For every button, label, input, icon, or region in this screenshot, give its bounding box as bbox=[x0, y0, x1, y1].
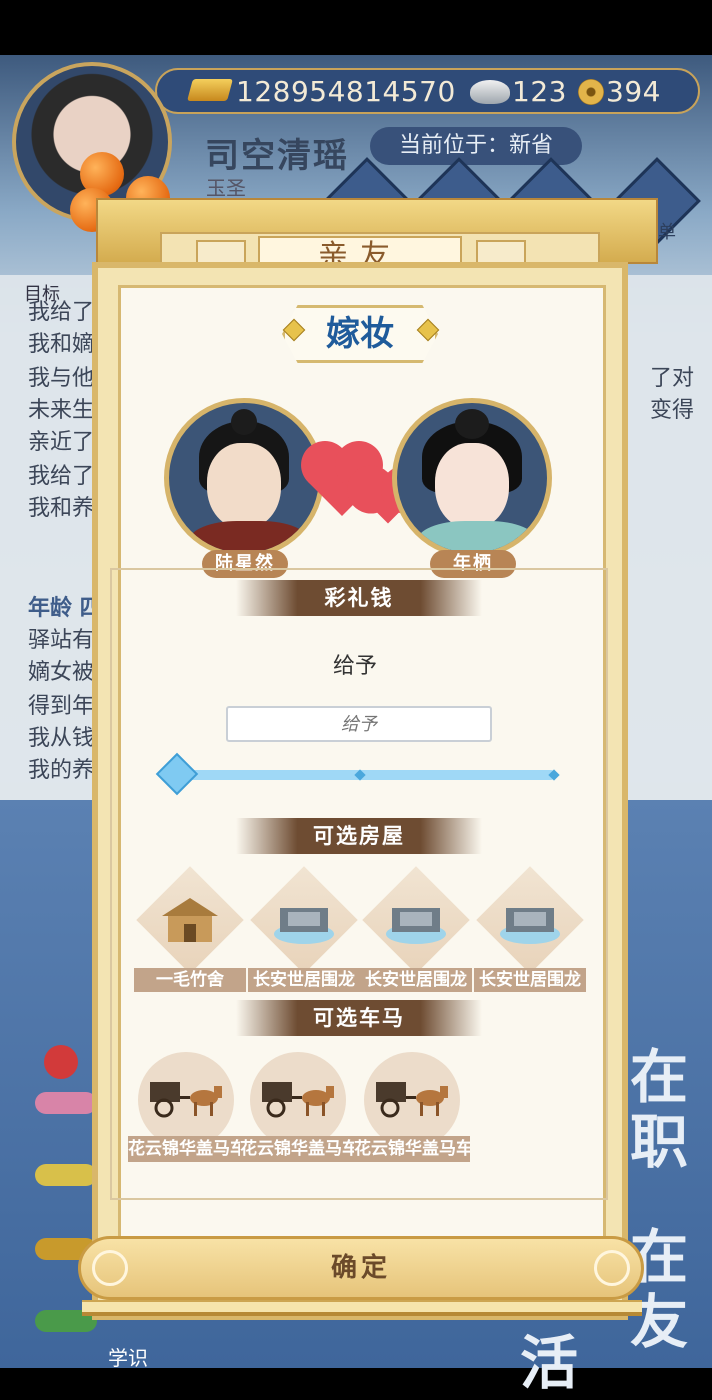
log-line: 驿站有 bbox=[28, 628, 95, 653]
player-title: 玉圣 bbox=[206, 176, 246, 200]
bamboo-hut-icon bbox=[162, 898, 218, 942]
carriage-label: 花云锦华盖马车 bbox=[354, 1136, 470, 1162]
coin-amount: 394 bbox=[606, 75, 661, 108]
house-label: 长安世居围龙 bbox=[474, 968, 586, 992]
swirl-ornament-icon bbox=[92, 1250, 128, 1286]
carriage-section-header: 可选车马 bbox=[236, 1000, 482, 1036]
flower-icon[interactable] bbox=[44, 1045, 78, 1079]
house-label: 长安世居围龙 bbox=[248, 968, 360, 992]
log-line: 我给了 bbox=[28, 300, 95, 325]
house-label: 长安世居围龙 bbox=[360, 968, 472, 992]
log-line: 我与他 bbox=[28, 366, 95, 391]
betrothal-amount-input[interactable] bbox=[226, 706, 492, 742]
log-line: 我和嫡 bbox=[28, 332, 95, 357]
player-name: 司空清瑶 bbox=[205, 136, 349, 176]
swirl-ornament-icon bbox=[594, 1250, 630, 1286]
horse-carriage-icon bbox=[262, 1082, 334, 1118]
round-house-icon bbox=[274, 908, 334, 944]
round-house-icon bbox=[500, 908, 560, 944]
log-line-tail: 变得 bbox=[650, 398, 695, 423]
house-label: 一毛竹舍 bbox=[134, 968, 246, 992]
dialog-subtitle: 嫁妆 bbox=[326, 314, 394, 354]
carriage-label: 花云锦华盖马车 bbox=[240, 1136, 356, 1162]
house-section-header: 可选房屋 bbox=[236, 818, 482, 854]
gold-amount: 128954814570 bbox=[236, 75, 456, 108]
side-tab-glyph: 活 bbox=[520, 1329, 579, 1397]
horse-carriage-icon bbox=[376, 1082, 448, 1118]
log-line: 得到年 bbox=[28, 694, 95, 719]
carriage-label: 花云锦华盖马车 bbox=[128, 1136, 244, 1162]
betrothal-money-header: 彩礼钱 bbox=[236, 580, 482, 616]
scroll-bottom-roll bbox=[82, 1300, 642, 1316]
status-bar bbox=[0, 0, 712, 55]
silver-ingot-icon bbox=[470, 80, 510, 104]
copper-coin-icon bbox=[578, 79, 604, 105]
age-label: 年龄 四 bbox=[28, 596, 102, 621]
bottom-label: 学识 bbox=[108, 1346, 148, 1370]
log-line-tail: 了对 bbox=[650, 366, 695, 391]
silver-amount: 123 bbox=[512, 75, 567, 108]
log-line: 我的养 bbox=[28, 758, 95, 783]
gold-ingot-icon bbox=[187, 79, 233, 101]
left-stack-button[interactable] bbox=[35, 1164, 97, 1186]
log-line: 我给了 bbox=[28, 464, 95, 489]
give-label: 给予 bbox=[332, 654, 377, 679]
log-line: 我和养 bbox=[28, 496, 95, 521]
amount-slider-track[interactable] bbox=[176, 770, 556, 780]
horse-carriage-icon bbox=[150, 1082, 222, 1118]
log-line: 我从钱 bbox=[28, 726, 95, 751]
log-line: 亲近了 bbox=[28, 430, 95, 455]
left-stack-button[interactable] bbox=[35, 1092, 97, 1114]
groom-portrait[interactable] bbox=[164, 398, 324, 558]
side-tab-glyph: 友 bbox=[630, 1288, 689, 1356]
log-line: 嫡女被 bbox=[28, 660, 95, 685]
round-house-icon bbox=[386, 908, 446, 944]
side-tab-glyph: 职 bbox=[630, 1108, 689, 1176]
bride-portrait[interactable] bbox=[392, 398, 552, 558]
confirm-button[interactable]: 确定 bbox=[78, 1236, 644, 1300]
log-line: 未来生 bbox=[28, 398, 95, 423]
